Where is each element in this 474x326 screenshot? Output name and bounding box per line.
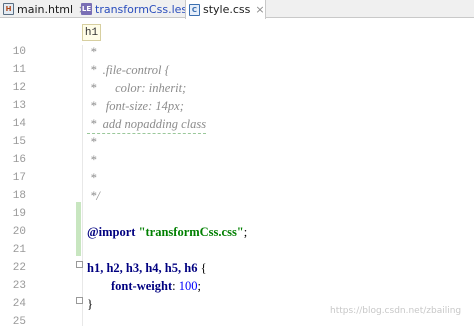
code-text: h1, h2, h3, h4, h5, h6 { <box>87 259 207 277</box>
code-line: 19 <box>0 205 474 223</box>
breadcrumb: h1 <box>0 19 474 45</box>
code-text: font-weight: 100; <box>111 277 201 295</box>
line-number: 23 <box>12 280 26 292</box>
line-number: 11 <box>12 64 26 76</box>
tab-label: transformCss.less <box>95 2 193 16</box>
code-line: 11 * .file-control { <box>0 61 474 79</box>
import-path-string: "transformCss.css" <box>138 225 244 239</box>
code-line: 14 * add nopadding class <box>0 115 474 134</box>
line-number: 15 <box>12 136 26 148</box>
watermark: https://blog.csdn.net/zbailing <box>330 306 462 316</box>
line-number: 10 <box>12 46 26 58</box>
line-number: 12 <box>12 82 26 94</box>
code-text: * <box>87 171 97 185</box>
code-text: * <box>87 153 97 167</box>
code-line: 16 * <box>0 151 474 169</box>
code-line: 22 h1, h2, h3, h4, h5, h6 { <box>0 259 474 277</box>
semicolon: ; <box>197 279 201 293</box>
colon: : <box>172 279 179 293</box>
line-number: 18 <box>12 190 26 202</box>
code-text: * <box>87 135 97 149</box>
code-line: 21 <box>0 241 474 259</box>
code-line: 23 font-weight: 100; <box>0 277 474 295</box>
line-number: 22 <box>12 262 26 274</box>
tab-style-css[interactable]: C style.css × <box>185 0 266 19</box>
line-number: 14 <box>12 118 26 130</box>
code-line: 18 */ <box>0 187 474 205</box>
css-file-icon: C <box>189 3 200 16</box>
code-text: * add nopadding class <box>87 115 207 134</box>
code-line: 12 * color: inherit; <box>0 79 474 97</box>
line-number: 21 <box>12 244 26 256</box>
import-keyword: @import <box>87 225 136 239</box>
css-property: font-weight <box>111 279 173 293</box>
line-number: 24 <box>12 298 26 310</box>
line-number: 19 <box>12 208 26 220</box>
open-brace: { <box>197 261 207 275</box>
code-line: 17 * <box>0 169 474 187</box>
breadcrumb-item-h1[interactable]: h1 <box>82 24 101 41</box>
line-number: 16 <box>12 154 26 166</box>
code-text: * font-size: 14px; <box>87 99 184 113</box>
code-text: * <box>87 45 97 59</box>
close-icon[interactable]: × <box>255 3 264 16</box>
tab-label: main.html <box>17 2 74 16</box>
line-number: 13 <box>12 100 26 112</box>
css-value: 100 <box>178 279 198 293</box>
css-selector: h1, h2, h3, h4, h5, h6 <box>87 261 198 275</box>
code-text: * .file-control { <box>87 63 170 77</box>
line-number: 17 <box>12 172 26 184</box>
code-line: 10 * <box>0 43 474 61</box>
line-number: 25 <box>12 316 26 326</box>
semicolon: ; <box>243 225 248 239</box>
less-file-icon: LE <box>81 3 92 15</box>
line-number: 20 <box>12 226 26 238</box>
editor-tab-bar: H main.html × LE transformCss.less × C s… <box>0 0 474 19</box>
html-file-icon: H <box>3 3 14 15</box>
code-line: 20 @import "transformCss.css"; <box>0 223 474 241</box>
tab-label: style.css <box>203 3 251 16</box>
tab-main-html[interactable]: H main.html × <box>0 0 87 18</box>
code-line: 13 * font-size: 14px; <box>0 97 474 115</box>
code-line: 15 * <box>0 133 474 151</box>
code-text: @import "transformCss.css"; <box>87 223 247 241</box>
code-text: * color: inherit; <box>87 81 187 95</box>
code-text: } <box>87 297 93 311</box>
code-text: */ <box>87 189 100 203</box>
